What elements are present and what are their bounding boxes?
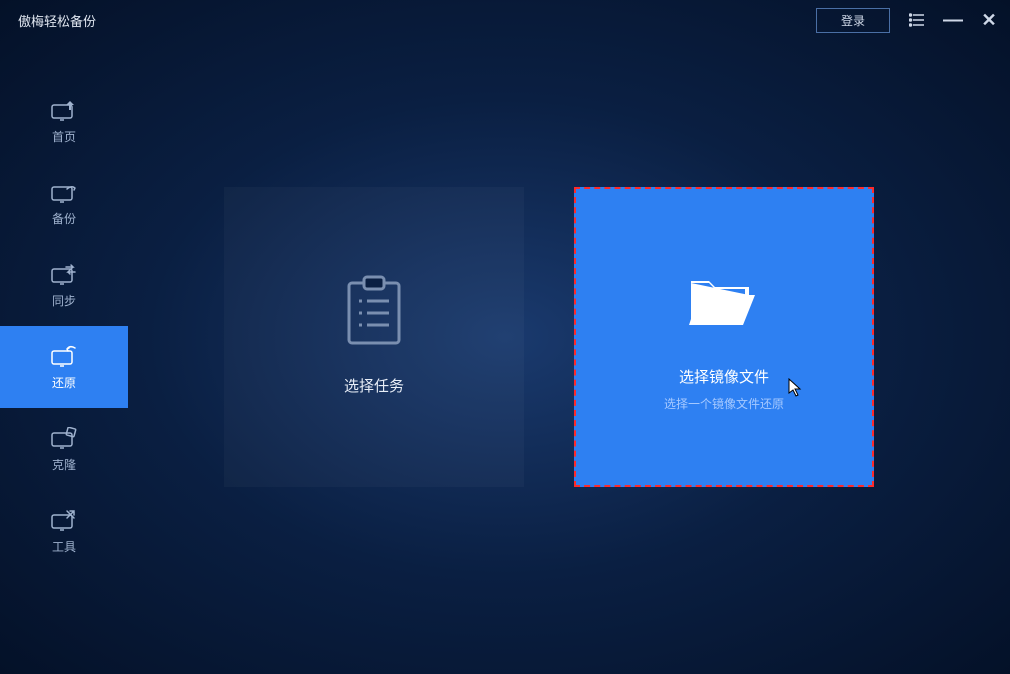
nav-label: 工具 bbox=[52, 538, 76, 555]
sidebar-item-restore[interactable]: 还原 bbox=[0, 326, 128, 408]
sidebar: 首页 备份 同步 还原 克隆 bbox=[0, 40, 128, 674]
restore-icon bbox=[50, 344, 78, 368]
backup-icon bbox=[50, 180, 78, 204]
card-title: 选择镜像文件 bbox=[679, 366, 769, 387]
minimize-icon[interactable]: — bbox=[944, 11, 962, 29]
nav-label: 首页 bbox=[52, 128, 76, 145]
app-title: 傲梅轻松备份 bbox=[18, 11, 96, 30]
login-button[interactable]: 登录 bbox=[816, 8, 890, 33]
sidebar-item-home[interactable]: 首页 bbox=[0, 80, 128, 162]
card-title: 选择任务 bbox=[344, 375, 404, 396]
clipboard-icon bbox=[334, 271, 414, 351]
select-image-file-card[interactable]: 选择镜像文件 选择一个镜像文件还原 bbox=[574, 187, 874, 487]
nav-label: 同步 bbox=[52, 292, 76, 309]
sync-icon bbox=[50, 262, 78, 286]
home-icon bbox=[50, 98, 78, 122]
close-icon[interactable]: ✕ bbox=[980, 11, 998, 29]
select-task-card[interactable]: 选择任务 bbox=[224, 187, 524, 487]
sidebar-item-backup[interactable]: 备份 bbox=[0, 162, 128, 244]
nav-label: 还原 bbox=[52, 374, 76, 391]
folder-open-icon bbox=[684, 262, 764, 342]
nav-label: 备份 bbox=[52, 210, 76, 227]
nav-label: 克隆 bbox=[52, 456, 76, 473]
tools-icon bbox=[50, 508, 78, 532]
titlebar-controls: 登录 — ✕ bbox=[816, 8, 998, 33]
sidebar-item-clone[interactable]: 克隆 bbox=[0, 408, 128, 490]
content-area: 选择任务 选择镜像文件 选择一个镜像文件还原 bbox=[128, 40, 1010, 674]
sidebar-item-tools[interactable]: 工具 bbox=[0, 490, 128, 572]
clone-icon bbox=[50, 426, 78, 450]
titlebar: 傲梅轻松备份 登录 — ✕ bbox=[0, 0, 1010, 40]
menu-list-icon[interactable] bbox=[908, 11, 926, 29]
sidebar-item-sync[interactable]: 同步 bbox=[0, 244, 128, 326]
card-subtitle: 选择一个镜像文件还原 bbox=[664, 395, 784, 412]
